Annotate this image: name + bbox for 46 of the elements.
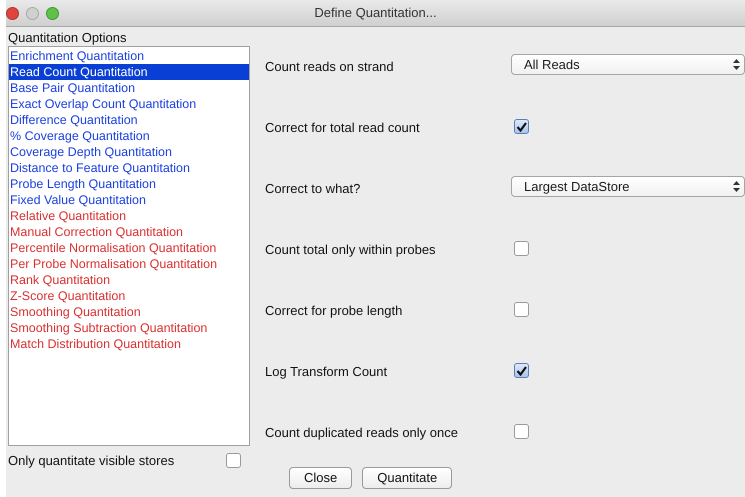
updown-arrows-icon bbox=[733, 181, 740, 192]
list-item[interactable]: Coverage Depth Quantitation bbox=[9, 144, 249, 160]
checkmark-icon bbox=[516, 366, 527, 376]
list-item[interactable]: Base Pair Quantitation bbox=[9, 80, 249, 96]
checkbox[interactable] bbox=[514, 302, 529, 317]
dialog-button[interactable]: Quantitate bbox=[362, 467, 452, 489]
setting-label: Correct to what? bbox=[265, 180, 362, 198]
setting-label: Correct for total read count bbox=[265, 119, 421, 137]
checkbox-label: Only quantitate visible stores bbox=[8, 452, 174, 470]
list-item[interactable]: Percentile Normalisation Quantitation bbox=[9, 240, 249, 256]
window-title: Define Quantitation... bbox=[313, 4, 438, 22]
list-item[interactable]: Manual Correction Quantitation bbox=[9, 224, 249, 240]
list-item[interactable]: Probe Length Quantitation bbox=[9, 176, 249, 192]
checkbox[interactable] bbox=[514, 119, 529, 134]
checkbox[interactable] bbox=[514, 424, 529, 439]
list-item[interactable]: Enrichment Quantitation bbox=[9, 48, 249, 64]
checkbox[interactable] bbox=[226, 453, 241, 468]
list-item[interactable]: Z-Score Quantitation bbox=[9, 288, 249, 304]
list-item[interactable]: Fixed Value Quantitation bbox=[9, 192, 249, 208]
checkmark-icon bbox=[516, 122, 527, 132]
list-item[interactable]: Per Probe Normalisation Quantitation bbox=[9, 256, 249, 272]
dialog-button[interactable]: Close bbox=[289, 467, 352, 489]
setting-label: Count duplicated reads only once bbox=[265, 424, 459, 442]
list-item[interactable]: Exact Overlap Count Quantitation bbox=[9, 96, 249, 112]
checkbox[interactable] bbox=[514, 241, 529, 256]
list-item[interactable]: Rank Quantitation bbox=[9, 272, 249, 288]
setting-label: Count reads on strand bbox=[265, 58, 395, 76]
updown-arrows-icon bbox=[733, 59, 740, 70]
minimize-icon[interactable] bbox=[26, 6, 39, 20]
checkbox[interactable] bbox=[514, 363, 529, 378]
zoom-icon[interactable] bbox=[46, 6, 59, 20]
list-item[interactable]: Smoothing Quantitation bbox=[9, 304, 249, 320]
list-item[interactable]: Read Count Quantitation bbox=[9, 64, 249, 80]
list-item[interactable]: Match Distribution Quantitation bbox=[9, 336, 249, 352]
list-item[interactable]: Difference Quantitation bbox=[9, 112, 249, 128]
dropdown[interactable]: Largest DataStore bbox=[511, 176, 745, 197]
list-label: Quantitation Options bbox=[8, 29, 128, 46]
close-icon[interactable] bbox=[6, 6, 19, 20]
setting-label: Count total only within probes bbox=[265, 241, 437, 259]
dropdown[interactable]: All Reads bbox=[511, 54, 745, 75]
setting-label: Log Transform Count bbox=[265, 363, 388, 381]
list-item[interactable]: Smoothing Subtraction Quantitation bbox=[9, 320, 249, 336]
list-item[interactable]: Distance to Feature Quantitation bbox=[9, 160, 249, 176]
list-item[interactable]: % Coverage Quantitation bbox=[9, 128, 249, 144]
list-item[interactable]: Relative Quantitation bbox=[9, 208, 249, 224]
setting-label: Correct for probe length bbox=[265, 302, 404, 320]
